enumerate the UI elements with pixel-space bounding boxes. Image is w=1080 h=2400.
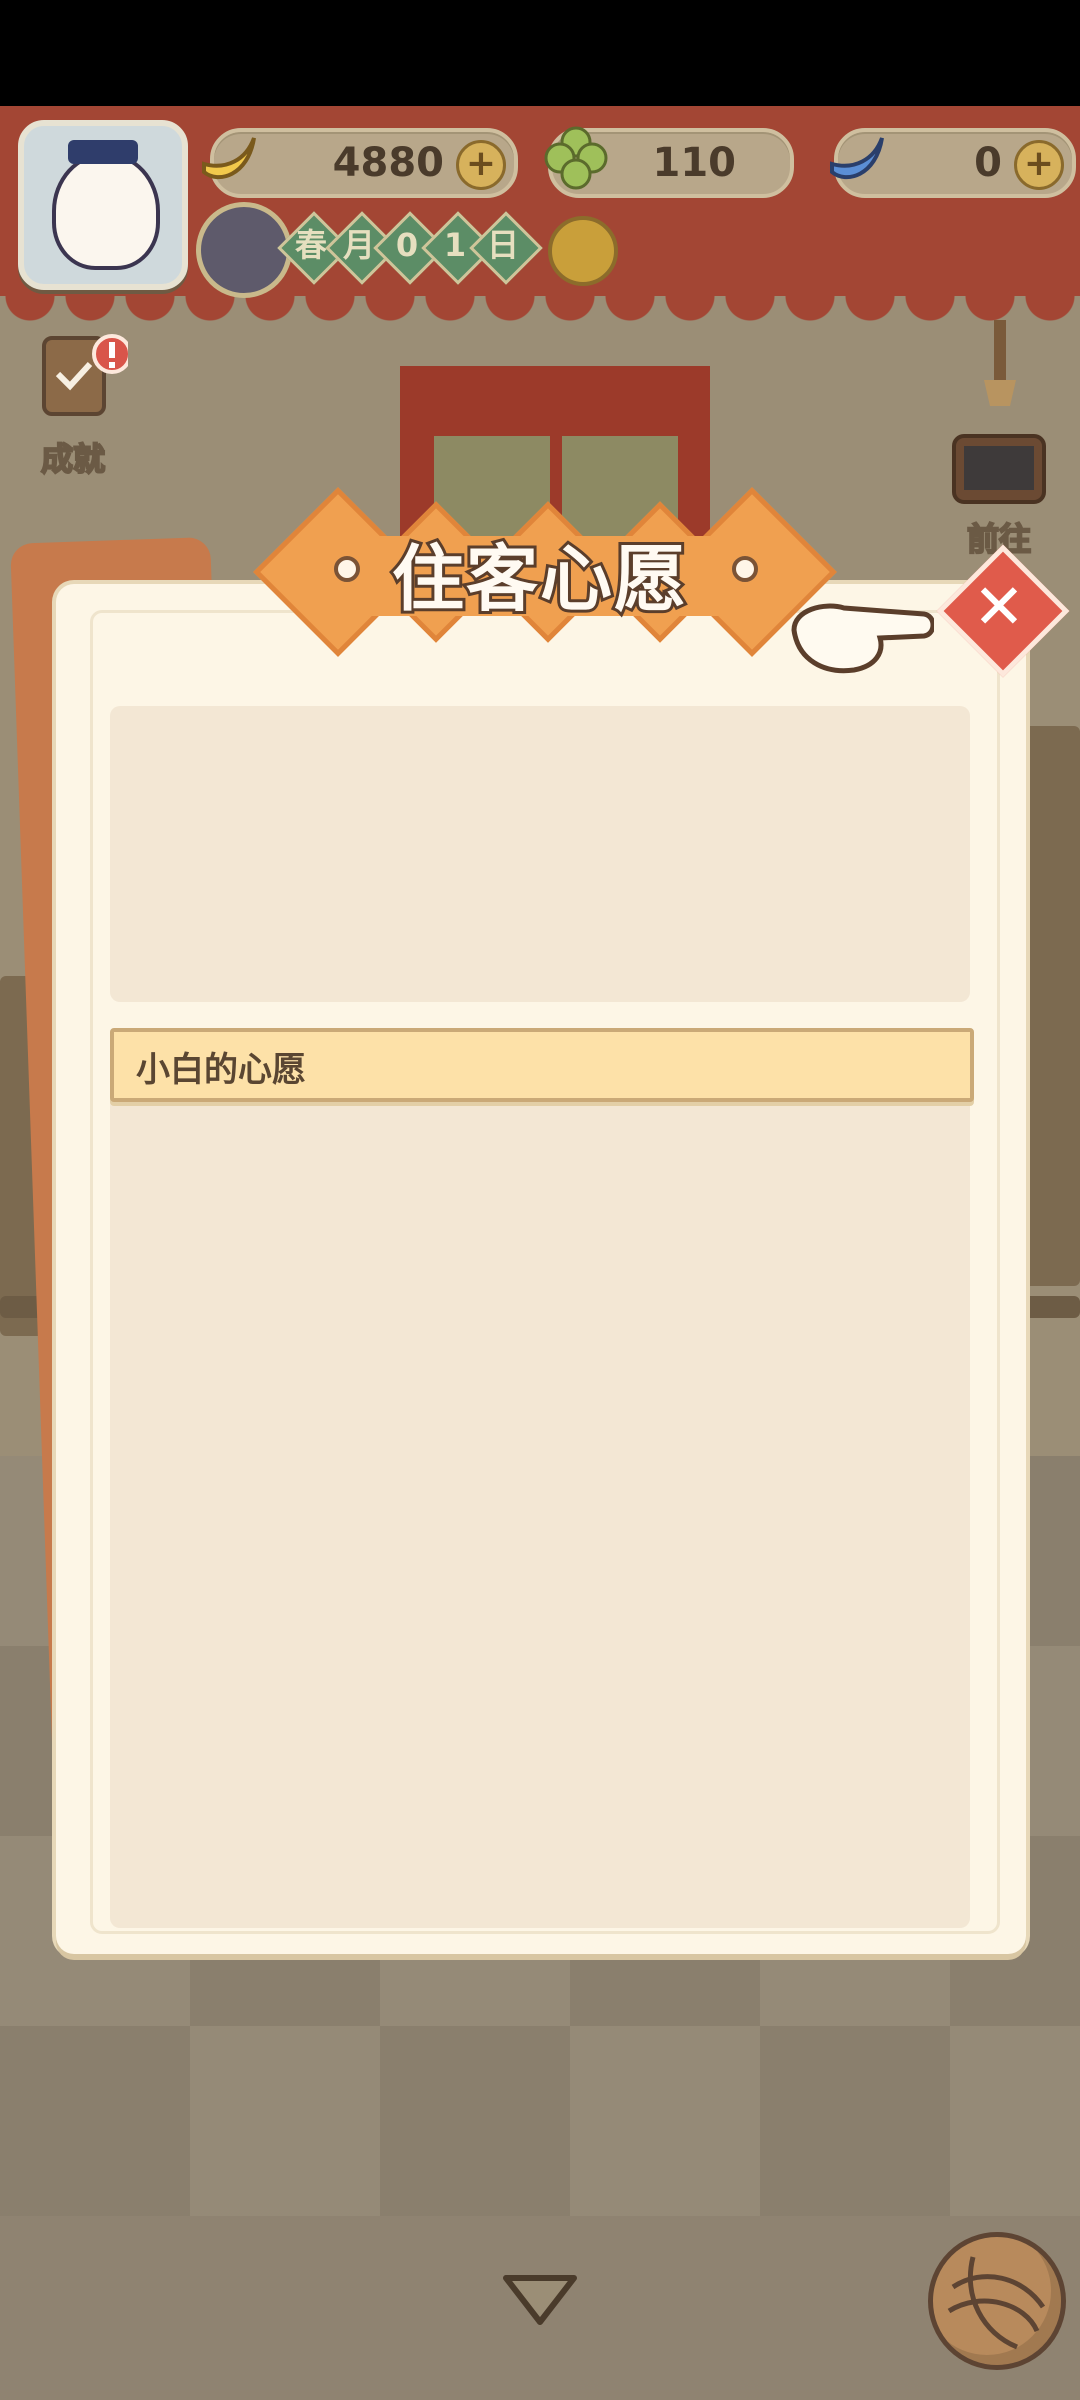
floor-tile [950,2026,1080,2216]
clover-count: 110 [652,140,737,186]
floor-tile [760,2026,950,2216]
hat-icon [68,140,138,164]
wish-item-label: 小白的心愿 [136,1050,306,1090]
day-suffix: 日 [486,226,519,264]
banana-count: 4880 [332,140,444,186]
wish-list-item[interactable]: 小白的心愿 [110,1028,974,1102]
close-icon: ✕ [973,570,1025,643]
clover-icon [538,120,614,196]
player-avatar[interactable] [18,120,188,290]
notice-board-icon [952,434,1046,504]
wish-detail-box [110,706,970,1002]
collapse-chevron-icon[interactable] [500,2270,580,2330]
blue-banana-icon [818,120,894,196]
floor-tile [380,2026,570,2216]
cat-portrait [52,152,160,270]
hanging-lamp-icon [970,320,1030,410]
add-banana-button[interactable]: + [456,140,506,190]
add-blue-banana-button[interactable]: + [1014,140,1064,190]
floor-tile [570,2026,760,2216]
dialog-title: 住客心愿 [389,534,689,624]
clipboard-icon [42,334,132,416]
achievements-button[interactable]: 成就 [18,330,132,479]
floor-tile [0,2026,190,2216]
floor-tile [190,2026,380,2216]
right-furniture [1020,726,1080,1286]
achievements-label: 成就 [40,439,106,479]
goto-button[interactable]: 前往 [944,430,1054,559]
status-bar [0,0,1080,106]
banana-icon [190,120,266,196]
wish-list [110,1028,970,1928]
blue-banana-count: 0 [974,140,1002,186]
pointing-hand-icon [784,590,936,680]
clock-icon[interactable] [196,202,292,298]
sun-icon[interactable] [548,216,618,286]
yarn-ball-icon[interactable] [928,2232,1066,2370]
